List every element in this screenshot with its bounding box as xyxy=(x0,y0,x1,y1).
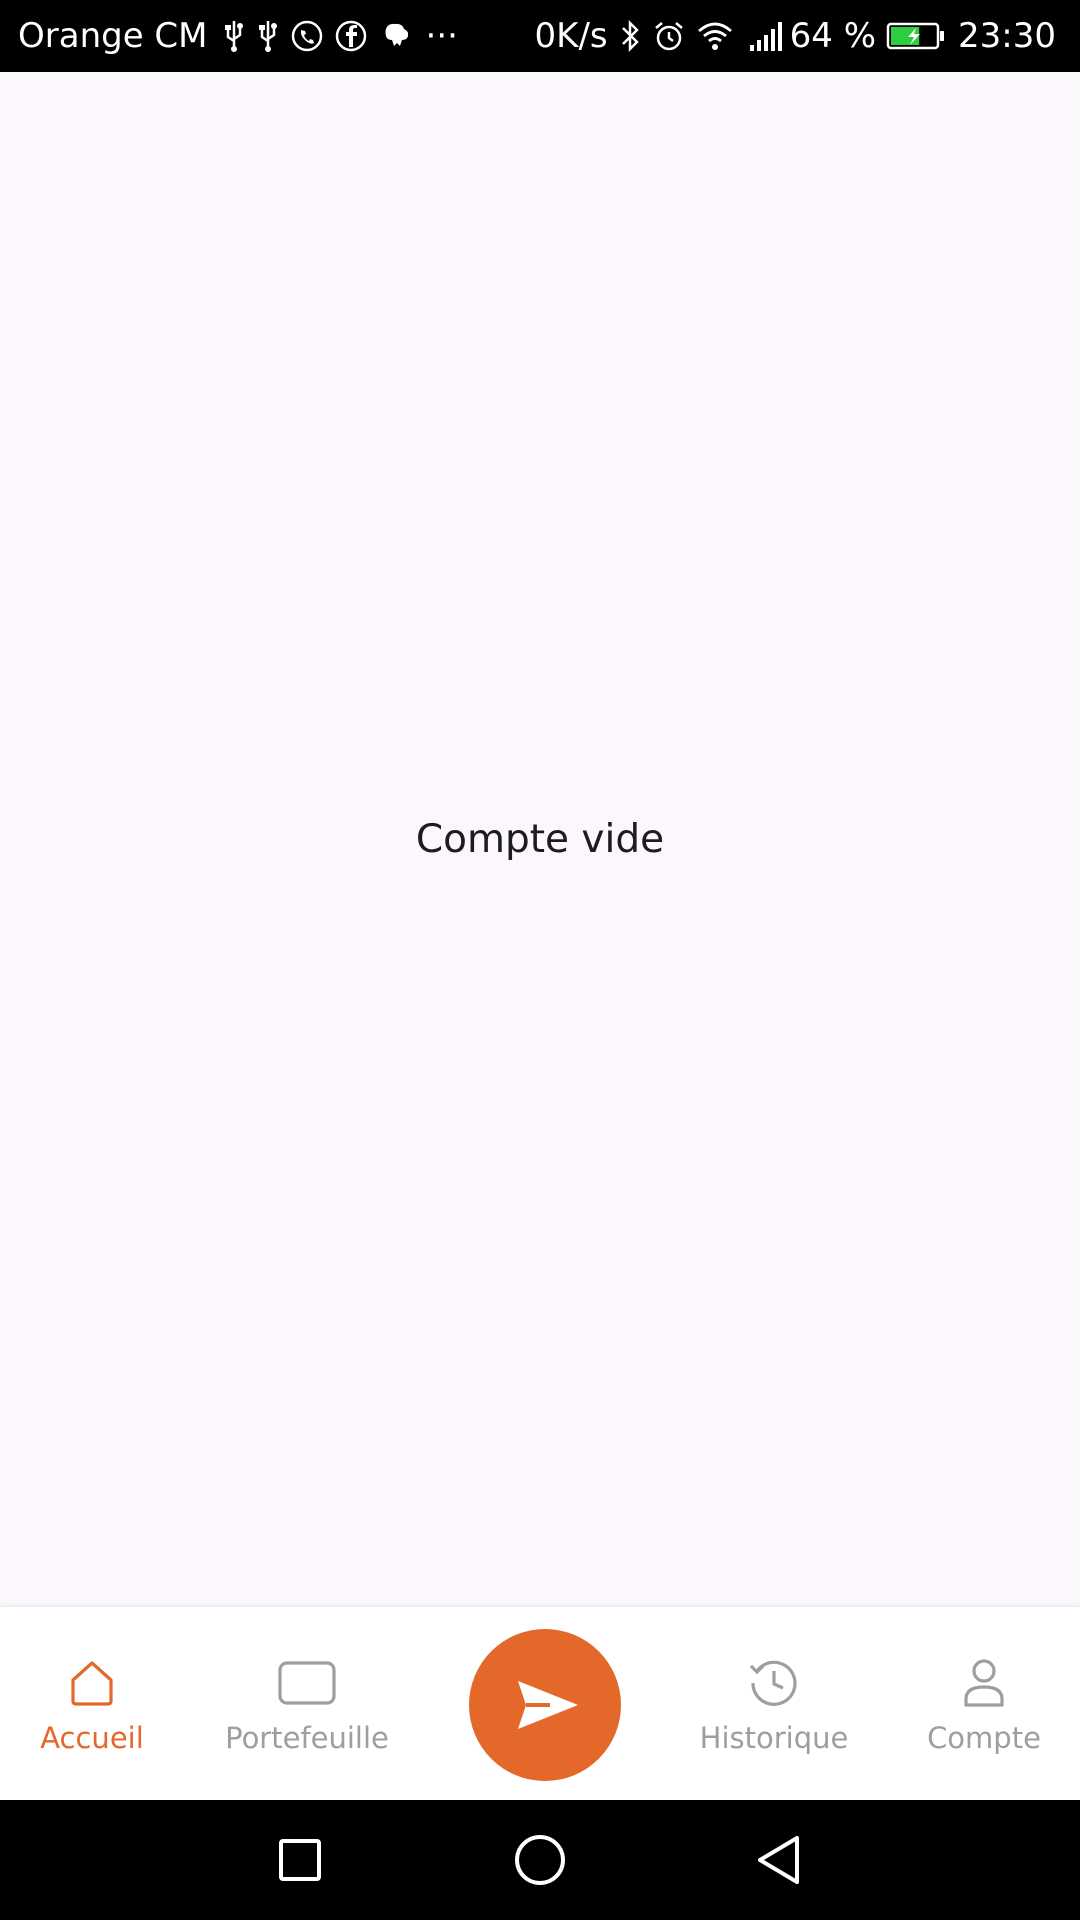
nav-item-compte[interactable]: Compte xyxy=(884,1607,1080,1800)
recents-icon[interactable] xyxy=(260,1820,340,1900)
nav-label-historique: Historique xyxy=(699,1721,849,1755)
usb-icon xyxy=(256,19,280,53)
nav-label-portefeuille: Portefeuille xyxy=(225,1721,389,1755)
battery-percent: 64 % xyxy=(789,16,877,56)
send-button[interactable] xyxy=(469,1629,621,1781)
nav-item-portefeuille[interactable]: Portefeuille xyxy=(207,1607,407,1800)
send-icon xyxy=(516,1679,580,1731)
carrier-name: Orange CM xyxy=(18,16,208,56)
main-content: Compte vide xyxy=(0,72,1080,1607)
back-icon[interactable] xyxy=(739,1820,819,1900)
app-notification-icon xyxy=(378,19,412,53)
usb-icon xyxy=(222,19,246,53)
nav-item-historique[interactable]: Historique xyxy=(674,1607,874,1800)
nav-item-accueil[interactable]: Accueil xyxy=(0,1607,192,1800)
whatsapp-icon xyxy=(290,19,324,53)
home-circle-icon[interactable] xyxy=(500,1820,580,1900)
nav-label-accueil: Accueil xyxy=(40,1721,144,1755)
more-notifications-indicator: ··· xyxy=(425,16,458,56)
home-icon xyxy=(68,1655,116,1711)
wallet-icon xyxy=(277,1655,337,1711)
network-speed: 0K/s xyxy=(534,16,608,56)
signal-icon xyxy=(748,19,788,53)
empty-account-message: Compte vide xyxy=(415,817,665,862)
battery-charging-icon xyxy=(886,21,946,51)
status-bar: Orange CM ··· 0K/s 64 % 23:30 xyxy=(0,0,1080,72)
profile-icon xyxy=(962,1655,1006,1711)
bluetooth-icon xyxy=(618,18,642,54)
clock-time: 23:30 xyxy=(958,16,1056,56)
nav-label-compte: Compte xyxy=(927,1721,1041,1755)
android-navigation-bar xyxy=(0,1800,1080,1920)
wifi-icon xyxy=(696,19,734,53)
history-icon xyxy=(748,1655,800,1711)
facebook-icon xyxy=(334,19,368,53)
alarm-icon xyxy=(652,19,686,53)
